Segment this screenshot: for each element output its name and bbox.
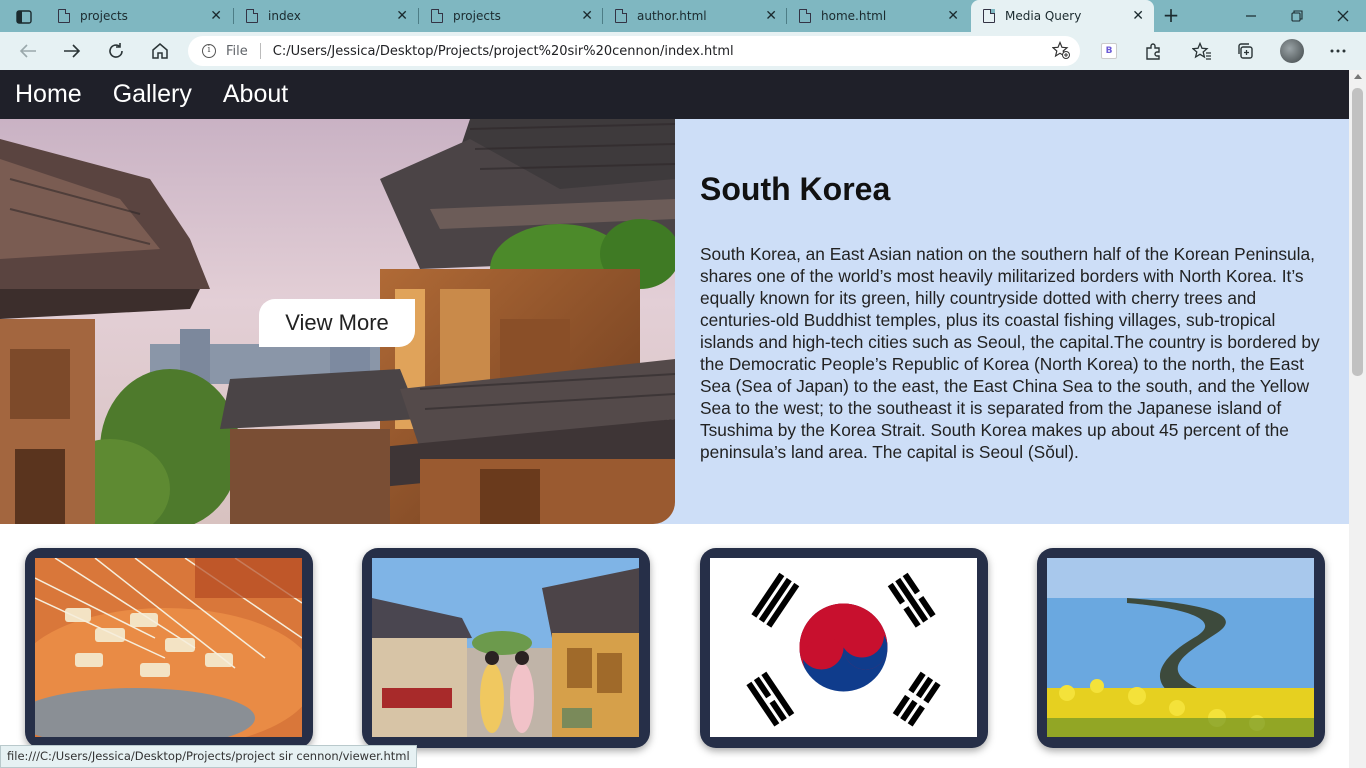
browser-tab[interactable]: projects ✕ [46, 0, 232, 32]
new-tab-icon[interactable]: + [1160, 5, 1182, 27]
page-scrollbar[interactable] [1349, 70, 1366, 768]
page-icon [615, 9, 627, 23]
restore-icon[interactable] [1274, 0, 1320, 32]
url-text[interactable]: C:/Users/Jessica/Desktop/Projects/projec… [273, 44, 734, 59]
gallery-card[interactable] [1037, 548, 1325, 748]
browser-tab-strip: projects ✕ index ✕ projects ✕ author.htm… [0, 0, 1366, 32]
scroll-up-arrow-icon[interactable] [1354, 74, 1362, 79]
extensions-puzzle-icon[interactable] [1140, 39, 1166, 63]
hero-section: View More South Korea South Korea, an Ea… [0, 119, 1349, 524]
profile-avatar[interactable] [1279, 39, 1305, 63]
page-icon [983, 9, 995, 23]
address-bar[interactable]: i File C:/Users/Jessica/Desktop/Projects… [188, 36, 1080, 66]
tab-title: Media Query [1005, 9, 1082, 23]
gallery-section [0, 548, 1349, 768]
hanok-street-photo [372, 558, 639, 737]
browser-tab-active[interactable]: Media Query ✕ [971, 0, 1154, 32]
close-icon[interactable]: ✕ [210, 9, 222, 23]
view-more-button[interactable]: View More [259, 299, 415, 347]
coastal-causeway-photo [1047, 558, 1314, 737]
hero-title: South Korea [700, 171, 891, 207]
tab-title: author.html [637, 9, 707, 23]
page-icon [799, 9, 811, 23]
hero-description: South Korea, an East Asian nation on the… [700, 244, 1320, 462]
tab-title: index [268, 9, 301, 23]
avatar [1280, 39, 1304, 63]
page-icon [58, 9, 70, 23]
site-navbar: Home Gallery About [0, 70, 1349, 119]
window-close-icon[interactable] [1320, 0, 1366, 32]
link-status-bar: file:///C:/Users/Jessica/Desktop/Project… [0, 745, 417, 768]
hanok-rooftops-photo: View More [0, 119, 675, 524]
browser-tab[interactable]: author.html ✕ [603, 0, 787, 32]
close-icon[interactable]: ✕ [581, 9, 593, 23]
scheme-label: File [226, 43, 248, 59]
home-icon[interactable] [147, 39, 173, 63]
tab-title: projects [453, 9, 501, 23]
more-menu-icon[interactable] [1325, 39, 1351, 63]
browser-tab[interactable]: projects ✕ [419, 0, 603, 32]
minimize-icon[interactable] [1228, 0, 1274, 32]
collections-icon[interactable] [1233, 39, 1259, 63]
forward-arrow-icon[interactable] [59, 39, 85, 63]
gallery-card[interactable] [362, 548, 650, 748]
gallery-card[interactable] [25, 548, 313, 748]
info-icon[interactable]: i [202, 44, 216, 58]
nav-link-about[interactable]: About [223, 80, 288, 109]
tab-title: home.html [821, 9, 887, 23]
close-icon[interactable]: ✕ [396, 9, 408, 23]
tab-actions-icon[interactable] [8, 6, 40, 28]
gallery-card[interactable] [700, 548, 988, 748]
close-icon[interactable]: ✕ [947, 9, 959, 23]
page-icon [246, 9, 258, 23]
back-arrow-icon[interactable] [15, 39, 41, 63]
refresh-icon[interactable] [103, 39, 129, 63]
address-divider [259, 43, 261, 59]
close-icon[interactable]: ✕ [765, 9, 777, 23]
browser-toolbar: i File C:/Users/Jessica/Desktop/Projects… [0, 32, 1366, 70]
scroll-thumb[interactable] [1352, 88, 1363, 376]
web-page: Home Gallery About View More South Korea… [0, 70, 1349, 768]
korean-flag-image [710, 558, 977, 737]
add-favorite-icon[interactable] [1051, 40, 1070, 63]
favorites-icon[interactable] [1189, 39, 1215, 63]
page-icon [431, 9, 443, 23]
nav-link-home[interactable]: Home [15, 80, 82, 109]
browser-tab[interactable]: home.html ✕ [787, 0, 969, 32]
close-icon[interactable]: ✕ [1132, 9, 1144, 23]
tab-title: projects [80, 9, 128, 23]
extension-b-icon[interactable]: B [1096, 39, 1122, 63]
browser-tab[interactable]: index ✕ [234, 0, 418, 32]
nav-link-gallery[interactable]: Gallery [113, 80, 192, 109]
fish-cake-skewers-photo [35, 558, 302, 737]
